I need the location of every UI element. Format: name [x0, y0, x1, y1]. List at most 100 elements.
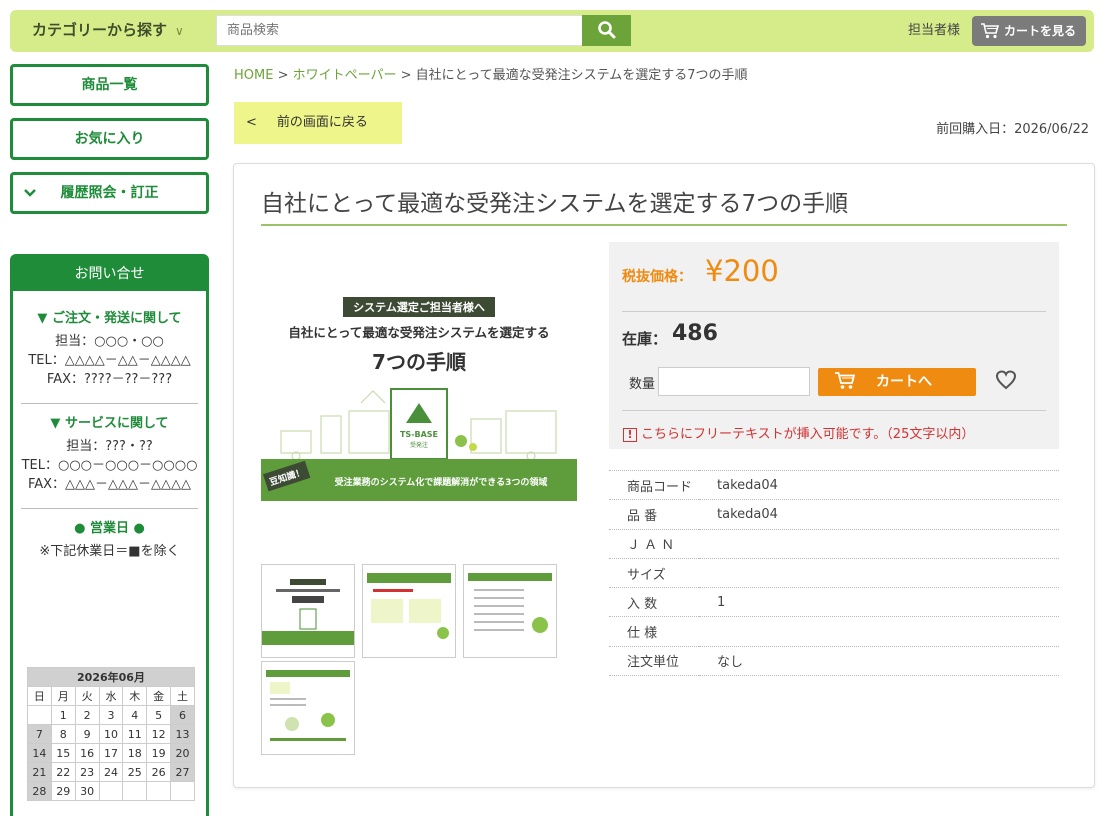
- calendar-day: 1: [50, 705, 76, 725]
- breadcrumb-home-link[interactable]: HOME: [234, 68, 273, 83]
- order-contact-tel: TEL：△△△△－△△－△△△△: [28, 353, 191, 368]
- spec-row: 仕 様: [609, 616, 1059, 647]
- calendar-day: 9: [74, 724, 100, 744]
- chevron-left-icon: <: [246, 115, 257, 130]
- calendar-week: 7 8 9 10 11 12 13: [27, 724, 195, 744]
- calendar-day: 17: [98, 743, 124, 763]
- image-footer-end: つの領域: [511, 476, 547, 488]
- last-purchase-date: 前回購入日：2026/06/22: [936, 122, 1089, 137]
- product-main-image[interactable]: システム選定ご担当者様へ 自社にとって最適な受発注システムを選定する 7つの手順…: [261, 291, 577, 501]
- back-button[interactable]: < 前の画面に戻る: [234, 102, 402, 144]
- sidebar-item-label: 履歴照会・訂正: [60, 185, 159, 201]
- cart-icon: [981, 23, 1000, 39]
- spec-row: Ｊ Ａ Ｎ: [609, 528, 1059, 559]
- svg-text:受注業務のシステム化で課題解消ができる3つの領域: 受注業務のシステム化で課題解消ができる3つの領域: [335, 476, 548, 488]
- price-label: 税抜価格：: [622, 269, 692, 285]
- spec-row: 注文単位 なし: [609, 645, 1059, 677]
- product-thumbnail[interactable]: [261, 661, 355, 755]
- thumbnail-image: [262, 579, 354, 645]
- calendar-weekday: 木: [122, 686, 148, 706]
- spec-key: 品 番: [609, 499, 699, 530]
- business-calendar: 2026年06月 日月火水木金土 1 2 3 4 5 6 7 8 9 10 11 12 13 14 15 16…: [27, 667, 195, 801]
- spec-key: 商品コード: [609, 469, 699, 500]
- calendar-day: 12: [146, 724, 172, 744]
- calendar-day: 13: [170, 724, 195, 744]
- add-to-cart-label: カートへ: [876, 374, 932, 390]
- free-text-notice: ! こちらにフリーテキストが挿入可能です。（25文字以内）: [623, 423, 974, 442]
- calendar-day: 5: [146, 705, 172, 725]
- calendar-day: [146, 781, 172, 801]
- calendar-week: 28 29 30: [27, 781, 195, 801]
- search-button[interactable]: [582, 15, 631, 46]
- view-cart-button[interactable]: カートを見る: [972, 16, 1086, 46]
- calendar-day: 8: [50, 724, 76, 744]
- order-contact-section: ▼ ご注文・発送に関して 担当：○○○・○○ TEL：△△△△－△△－△△△△ …: [13, 291, 206, 403]
- service-contact-section: ▼ サービスに関して 担当：???・?? TEL：○○○－○○○－○○○○ FA…: [13, 404, 206, 508]
- calendar-day: 21: [27, 762, 52, 782]
- product-thumbnail[interactable]: [463, 564, 557, 658]
- breadcrumb: HOME > ホワイトペーパー > 自社にとって最適な受発注システムを選定する7…: [234, 64, 748, 83]
- calendar-day: 10: [98, 724, 124, 744]
- heart-icon[interactable]: [995, 369, 1017, 391]
- order-contact-title: ▼ ご注文・発送に関して: [37, 311, 182, 326]
- calendar-day: 28: [27, 781, 52, 801]
- calendar-weekday: 金: [146, 686, 172, 706]
- search-input[interactable]: [216, 15, 582, 46]
- category-menu-label: カテゴリーから探す: [32, 21, 168, 39]
- spec-value: [699, 557, 1059, 588]
- back-button-label: 前の画面に戻る: [276, 115, 368, 130]
- spec-row: 商品コード takeda04: [609, 469, 1059, 500]
- calendar-day: 19: [146, 743, 172, 763]
- calendar-day: 2: [74, 705, 100, 725]
- business-days-title: ● 営業日 ●: [74, 521, 145, 536]
- spec-value: takeda04: [699, 499, 1059, 530]
- sidebar-item-label: 商品一覧: [81, 77, 138, 93]
- price-panel: 税抜価格： ¥200 在庫： 486 数量 カートへ ! こちらにフリーテキストが…: [609, 242, 1059, 449]
- calendar-day: 4: [122, 705, 148, 725]
- sidebar-item-history[interactable]: 履歴照会・訂正: [10, 172, 209, 214]
- calendar-day: 30: [74, 781, 100, 801]
- search-icon: [597, 21, 615, 39]
- calendar-day: [122, 781, 148, 801]
- calendar-day: 11: [122, 724, 148, 744]
- calendar-weekday: 水: [98, 686, 124, 706]
- stock-value: 486: [672, 321, 718, 346]
- calendar-weekday: 日: [27, 686, 52, 706]
- top-bar: カテゴリーから探す ∨ 担当者様 カートを見る: [10, 10, 1094, 52]
- spec-key: 入 数: [609, 587, 699, 617]
- quantity-input[interactable]: [658, 367, 810, 396]
- calendar-title: 2026年06月: [27, 667, 195, 687]
- image-logo-text: TS-BASE: [400, 430, 438, 439]
- product-thumbnail[interactable]: [362, 564, 456, 658]
- spec-row: 品 番 takeda04: [609, 499, 1059, 530]
- view-cart-label: カートを見る: [1004, 24, 1077, 38]
- calendar-week: 14 15 16 17 18 19 20: [27, 743, 195, 763]
- calendar-day: 15: [50, 743, 76, 763]
- sidebar-item-favorites[interactable]: お気に入り: [10, 118, 209, 160]
- sidebar-item-products[interactable]: 商品一覧: [10, 64, 209, 106]
- cart-icon: [835, 372, 856, 389]
- product-title: 自社にとって最適な受発注システムを選定する7つの手順: [261, 184, 1067, 226]
- chevron-down-icon: [24, 189, 36, 197]
- breadcrumb-category-link[interactable]: ホワイトペーパー: [293, 68, 397, 83]
- spec-value: なし: [699, 645, 1059, 677]
- spec-value: 1: [699, 587, 1059, 617]
- service-contact-title: ▼ サービスに関して: [50, 416, 169, 431]
- calendar-day: [27, 705, 52, 725]
- product-thumbnail[interactable]: [261, 564, 355, 658]
- service-contact-person: 担当：???・??: [66, 439, 153, 454]
- user-name: 担当者様: [908, 23, 961, 38]
- spec-value: [699, 616, 1059, 647]
- image-logo-sub: 受発注: [410, 441, 428, 449]
- contact-title: お問い合せ: [13, 257, 206, 291]
- calendar-weekday: 火: [74, 686, 100, 706]
- calendar-day: 23: [74, 762, 100, 782]
- calendar-day: 27: [170, 762, 195, 782]
- calendar-day: 6: [170, 705, 195, 725]
- divider: [622, 311, 1046, 312]
- calendar-weekday: 土: [170, 686, 195, 706]
- category-menu-button[interactable]: カテゴリーから探す ∨: [32, 10, 184, 52]
- add-to-cart-button[interactable]: カートへ: [818, 368, 976, 396]
- thumbnail-image: [468, 573, 552, 633]
- image-footer-text: 受注業務のシステム化で課題解消ができる: [335, 476, 506, 488]
